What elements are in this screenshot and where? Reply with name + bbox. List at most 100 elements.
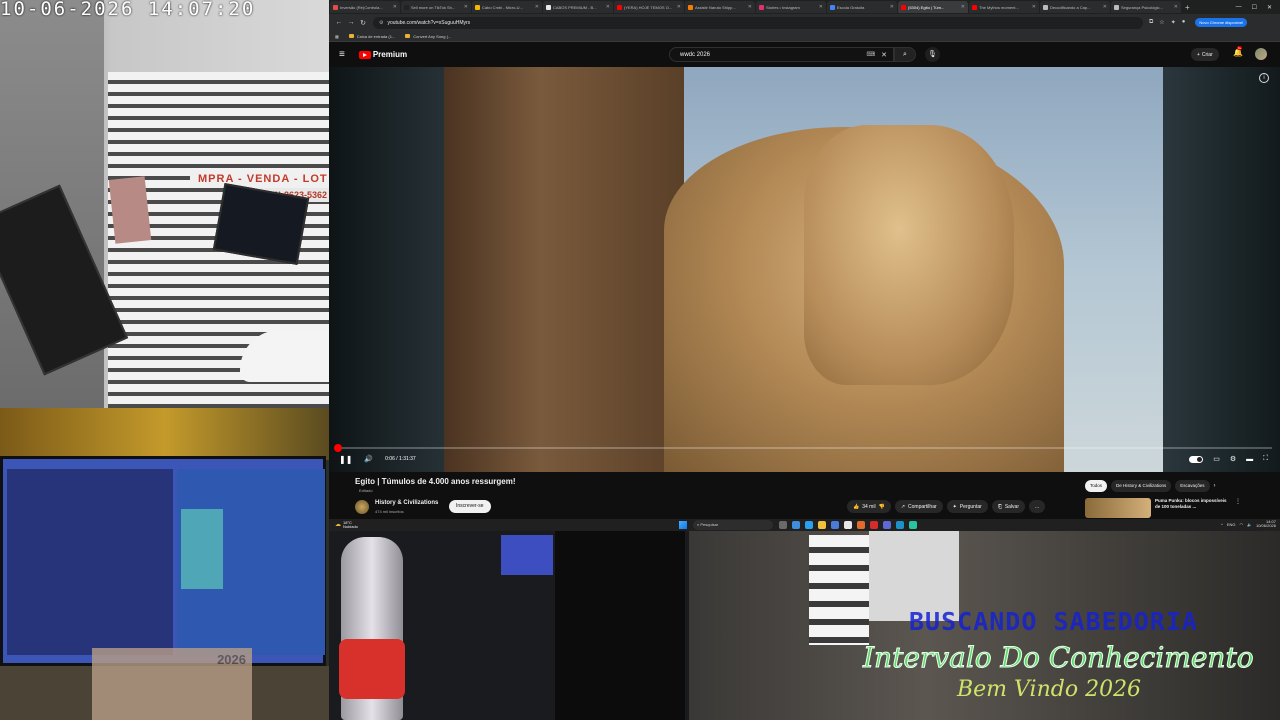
voice-search-button[interactable]: 🎙 [925,47,940,62]
pause-icon[interactable]: ❚❚ [339,455,352,464]
close-icon[interactable]: ✕ [890,4,894,10]
create-button[interactable]: + Criar [1191,48,1219,61]
account-avatar[interactable] [1255,48,1267,60]
subscribe-button[interactable]: Inscrever-se [449,500,491,513]
browser-tab[interactable]: Escola Gratuita ✕ [827,1,897,13]
app-icon[interactable] [870,521,878,529]
close-icon[interactable]: ✕ [1174,4,1178,10]
close-icon[interactable]: ✕ [1032,4,1036,10]
recommended-title[interactable]: Puma Punku: blocos impossíveis de 100 to… [1155,498,1231,518]
start-button[interactable] [679,521,687,529]
like-button[interactable]: 👍 34 mil 👎 [847,500,891,513]
edge-icon[interactable] [805,521,813,529]
close-icon[interactable]: ✕ [961,4,965,10]
save-button[interactable]: ⎗ Salvar [991,500,1026,513]
autoplay-toggle[interactable] [1189,455,1204,463]
back-icon[interactable]: ← [333,19,345,26]
browser-tab-active[interactable]: (5304) Egito | Túm... ✕ [898,1,968,13]
close-icon[interactable]: ✕ [535,4,539,10]
browser-tab[interactable]: (YERA) HOJE TEMOS O... ✕ [614,1,684,13]
translate-icon[interactable]: ⧉ [1149,19,1153,26]
bookmark-label: Caixa de entrada (1... [356,33,396,39]
app-icon[interactable] [883,521,891,529]
bookmark-item[interactable]: Caixa de entrada (1... [348,33,396,39]
subtitles-icon[interactable]: ▭ [1213,455,1220,463]
channel-name[interactable]: History & Civilizations [375,500,438,506]
browser-tab[interactable]: Inversão (Ré)Controla... ✕ [330,1,400,13]
browser-tab[interactable]: The Mythos moment... ✕ [969,1,1039,13]
extensions-icon[interactable]: ✦ [1171,19,1176,26]
taskbar-search[interactable]: ⌕ Pesquisar [693,520,773,530]
progress-bar[interactable] [333,444,1272,452]
site-info-icon[interactable]: ⚙ [379,20,383,26]
app-icon[interactable] [909,521,917,529]
fullscreen-icon[interactable]: ⛶ [1263,455,1268,463]
ask-button[interactable]: ✦ Perguntar [946,500,988,513]
taskbar-clock[interactable]: 14:07 10/06/2026 [1256,520,1276,528]
chrome-icon[interactable] [792,521,800,529]
info-icon[interactable]: i [1259,73,1269,83]
browser-tab[interactable]: Cabo Cmbi - Micro-U... ✕ [472,1,542,13]
bookmark-star-icon[interactable]: ☆ [1159,19,1164,26]
browser-tab[interactable]: Stories • Instagram ✕ [756,1,826,13]
url-field[interactable]: ⚙ youtube.com/watch?v=sSuguuHMyrs [373,16,1143,29]
forward-icon[interactable]: → [345,19,357,26]
close-window-icon[interactable]: ✕ [1267,4,1272,11]
task-view-icon[interactable] [779,521,787,529]
keyboard-icon[interactable]: ⌨ [866,51,875,58]
close-icon[interactable]: ✕ [677,4,681,10]
more-vert-icon[interactable]: ⋮ [1235,498,1241,518]
settings-icon[interactable]: ⚙ [1230,455,1236,463]
menu-icon[interactable]: ≡ [339,49,345,60]
app-icon[interactable] [857,521,865,529]
search-button[interactable]: ⌕ [894,47,916,62]
new-tab-button[interactable]: + [1185,3,1190,12]
video-player[interactable]: i ❚❚ 🔊 0:06 / 1:31:37 ▭ ⚙ ▬ ⛶ [329,67,1280,472]
channel-avatar[interactable] [355,500,369,514]
video-frame[interactable] [444,67,1163,472]
browser-tab[interactable]: Decodificando a Cap... ✕ [1040,1,1110,13]
chip-all[interactable]: Todos [1085,480,1108,492]
browser-tab[interactable]: CABOS PREMIUM - B... ✕ [543,1,613,13]
thumbs-up-icon: 👍 [853,503,860,510]
close-icon[interactable]: ✕ [819,4,823,10]
chevron-right-icon[interactable]: › [1214,480,1216,492]
close-icon[interactable]: ✕ [1103,4,1107,10]
theater-mode-icon[interactable]: ▬ [1246,456,1253,463]
notifications-button[interactable]: 🔔 9+ [1233,46,1243,57]
app-icon[interactable] [844,521,852,529]
close-icon[interactable]: ✕ [606,4,610,10]
lang-indicator[interactable]: ENG [1227,522,1236,527]
browser-tab[interactable]: Sell more on TikTok Sh... ✕ [401,1,471,13]
thumbs-down-icon[interactable]: 👎 [879,504,885,510]
share-button[interactable]: ↗ Compartilhar [894,500,943,513]
search-input[interactable]: wwdc 2026 ⌨ ✕ [669,47,894,62]
store-icon[interactable] [831,521,839,529]
app-icon[interactable] [896,521,904,529]
chip-channel[interactable]: De History & Civilizations [1111,480,1172,492]
volume-icon[interactable]: 🔊 [364,455,373,463]
maximize-icon[interactable]: ☐ [1252,4,1257,11]
close-icon[interactable]: ✕ [464,4,468,10]
recommended-video[interactable]: Puma Punku: blocos impossíveis de 100 to… [1085,498,1241,518]
wifi-icon[interactable]: ◠ [1239,522,1243,527]
close-icon[interactable]: ✕ [748,4,752,10]
recommended-thumbnail[interactable] [1085,498,1151,518]
update-chrome-button[interactable]: Novo Chrome disponível [1195,18,1248,27]
speaker-icon[interactable]: 🔈 [1247,522,1252,527]
reload-icon[interactable]: ↻ [357,19,369,27]
close-icon[interactable]: ✕ [393,4,397,10]
profile-icon[interactable]: ● [1182,19,1186,26]
chip-excavations[interactable]: Escavações [1175,480,1210,492]
youtube-logo[interactable]: Premium [358,50,407,59]
clear-search-icon[interactable]: ✕ [881,51,887,59]
weather-widget[interactable]: ☁ 18°C Nublado [335,521,358,529]
browser-tab[interactable]: Segurança Psicológic... ✕ [1111,1,1181,13]
apps-icon[interactable]: ▦ [335,34,339,39]
explorer-icon[interactable] [818,521,826,529]
chevron-up-icon[interactable]: ^ [1221,522,1223,527]
more-actions-button[interactable]: ... [1029,500,1046,513]
browser-tab[interactable]: Assistir Naruto Shipp... ✕ [685,1,755,13]
minimize-icon[interactable]: — [1236,4,1242,11]
bookmark-item[interactable]: Convert Any Song (... [405,34,451,39]
